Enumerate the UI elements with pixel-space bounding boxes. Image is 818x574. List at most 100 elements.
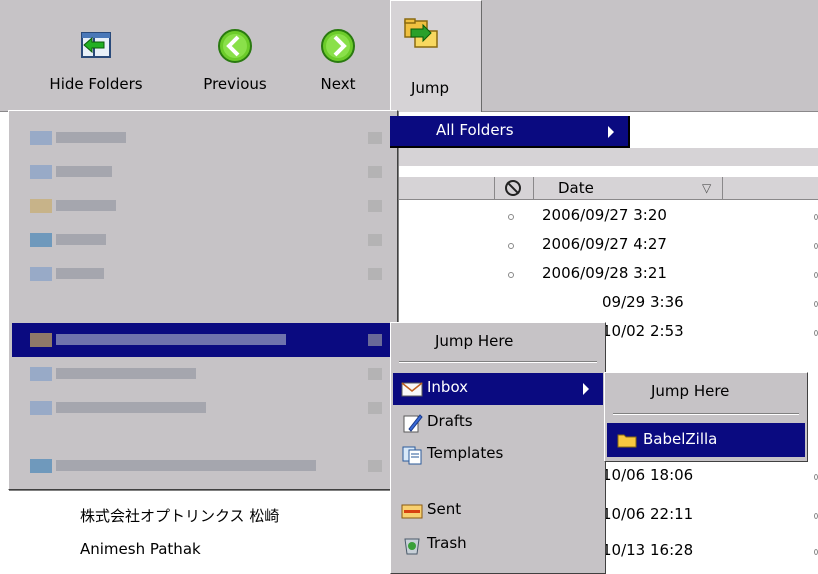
account-item[interactable] [12,189,392,223]
row-date: 10/06 22:11 [602,505,694,523]
status-dot-icon [814,272,818,278]
menu-separator [399,361,597,363]
redacted-label [56,402,206,413]
next-label: Next [320,75,356,93]
account-item[interactable] [12,449,392,483]
redacted-label [56,334,286,345]
account-icon [30,199,52,213]
row-date: 2006/09/27 3:20 [542,206,667,224]
status-dot-icon [508,214,514,220]
account-icon [30,233,52,247]
jump-icon [404,18,438,48]
jump-label: Jump [411,79,450,97]
status-dot-icon [814,549,818,555]
previous-label: Previous [203,75,267,93]
redacted-label [56,132,126,143]
folder-label: Sent [427,500,462,518]
account-icon [30,401,52,415]
inbox-icon [401,382,423,397]
submenu-arrow-icon [583,383,589,395]
unread-count [368,334,382,346]
sort-descending-icon: ▽ [702,181,712,195]
row-date: 10/13 16:28 [602,541,694,559]
account-item-selected[interactable] [12,323,392,357]
row-date: 10/06 18:06 [602,466,694,484]
folder-item-babelzilla[interactable]: BabelZilla [607,423,805,457]
row-sender: 株式会社オプトリンクス 松崎 [80,507,280,525]
folder-label: BabelZilla [643,430,718,448]
folder-label: Trash [427,534,467,552]
status-dot-icon [508,272,514,278]
search-bar-area [390,148,818,166]
previous-button[interactable]: Previous [184,0,286,108]
jump-here-label: Jump Here [651,382,730,400]
status-dot-icon [814,474,818,480]
account-item[interactable] [12,391,392,425]
table-row[interactable]: 2006/09/28 3:21 [390,260,818,289]
no-flag-icon [505,180,521,196]
inbox-submenu: Jump Here BabelZilla [604,372,808,462]
hide-folders-button[interactable]: Hide Folders [28,0,164,108]
account-item[interactable] [12,223,392,257]
jump-here-label: Jump Here [435,332,514,350]
status-dot-icon [814,214,818,220]
drafts-icon [403,414,423,433]
folder-item-inbox[interactable]: Inbox [393,373,603,405]
toolbar: Hide Folders Previous Next Jump [0,0,818,113]
unread-count [368,132,382,144]
column-date-label: Date [558,179,594,197]
status-dot-icon [814,330,818,336]
unread-count [368,460,382,472]
folder-icon [617,434,637,448]
row-date: 09/29 3:36 [602,293,684,311]
account-item[interactable] [12,155,392,189]
redacted-label [56,166,112,177]
trash-icon [404,538,420,555]
next-icon [321,29,355,63]
jump-button[interactable]: Jump [390,0,482,113]
account-item[interactable] [12,357,392,391]
account-icon [30,131,52,145]
hide-folders-icon [81,32,111,58]
status-dot-icon [508,243,514,249]
folder-item-sent[interactable]: Sent [393,495,603,527]
unread-count [368,166,382,178]
account-icon [30,333,52,347]
submenu-arrow-icon [608,126,614,138]
jump-here-item[interactable]: Jump Here [393,325,603,361]
hide-folders-label: Hide Folders [49,75,143,93]
folder-item-templates[interactable]: Templates [393,439,603,471]
redacted-label [56,460,316,471]
folder-label: Drafts [427,412,473,430]
unread-count [368,234,382,246]
all-folders-menu-item[interactable]: All Folders [390,116,630,148]
column-next[interactable] [722,177,818,200]
account-icon [30,267,52,281]
table-row[interactable]: 2006/09/27 3:20 [390,202,818,231]
next-button[interactable]: Next [306,0,370,108]
column-flag[interactable] [494,177,534,200]
account-item[interactable] [12,121,392,155]
folder-item-drafts[interactable]: Drafts [393,407,603,439]
row-date: 2006/09/27 4:27 [542,235,667,253]
jump-menu [8,110,398,490]
account-icon [30,165,52,179]
menu-separator [613,413,799,415]
table-row[interactable]: 09/29 3:36 [390,289,818,318]
templates-icon [402,446,422,465]
account-item[interactable] [12,257,392,291]
folder-submenu: Jump Here Inbox Drafts Templates Sent Tr… [390,322,606,574]
redacted-label [56,200,116,211]
all-folders-label: All Folders [436,121,514,139]
previous-icon [218,29,252,63]
jump-here-item[interactable]: Jump Here [607,375,805,411]
folder-item-trash[interactable]: Trash [393,529,603,561]
unread-count [368,402,382,414]
account-icon [30,367,52,381]
column-header: Date ▽ [390,176,818,200]
redacted-label [56,234,106,245]
table-row[interactable]: 2006/09/27 4:27 [390,231,818,260]
row-date: 2006/09/28 3:21 [542,264,667,282]
row-date: 10/02 2:53 [602,322,684,340]
unread-count [368,200,382,212]
